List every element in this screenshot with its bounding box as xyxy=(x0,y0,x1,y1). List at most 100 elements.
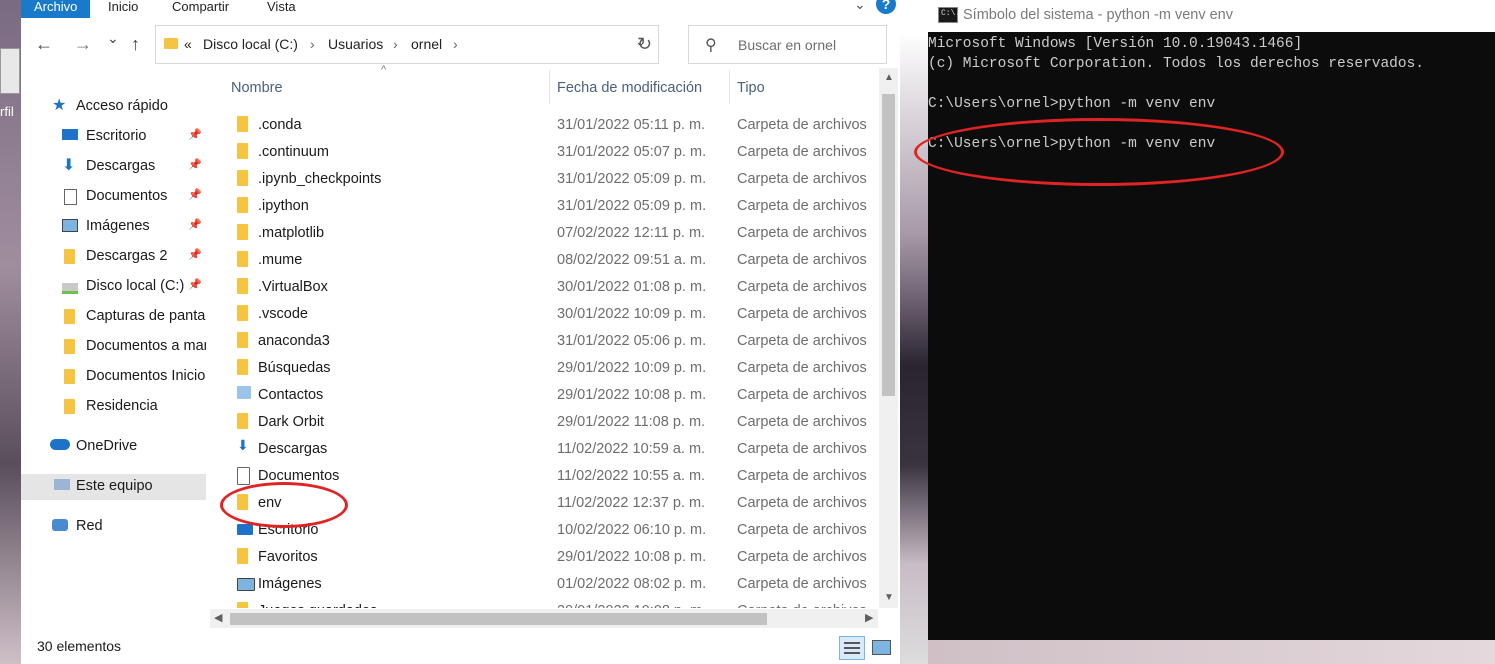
address-overflow[interactable]: « xyxy=(184,36,192,52)
horizontal-scrollbar[interactable]: ◀ ▶ xyxy=(210,609,878,628)
file-row[interactable]: .ipython 31/01/2022 05:09 p. m. Carpeta de… xyxy=(231,193,881,220)
scroll-left-icon[interactable]: ◀ xyxy=(214,611,222,624)
file-row[interactable]: ⬇ Descargas 11/02/2022 10:59 a. m. Carpeta … xyxy=(231,436,881,463)
sidebar-item-onedrive[interactable]: OneDrive xyxy=(21,434,206,460)
pin-icon[interactable]: 📌 xyxy=(188,158,202,171)
folder-icon xyxy=(237,305,248,321)
vertical-scrollbar[interactable]: ▲ ▼ xyxy=(879,68,898,608)
breadcrumb-ornel[interactable]: ornel xyxy=(411,36,442,52)
search-box[interactable]: ⚲ Buscar en ornel xyxy=(688,25,887,64)
pin-icon[interactable]: 📌 xyxy=(188,128,202,141)
folder-icon xyxy=(164,38,178,49)
pin-icon[interactable]: 📌 xyxy=(188,248,202,261)
address-bar[interactable]: « Disco local (C:) › Usuarios › ornel › … xyxy=(155,25,659,64)
sidebar-item-documentos-a-mano[interactable]: Documentos a mano xyxy=(21,334,206,360)
search-input[interactable]: Buscar en ornel xyxy=(738,37,836,53)
file-row[interactable]: Búsquedas 29/01/2022 10:09 p. m. Carpeta d… xyxy=(231,355,881,382)
pin-icon[interactable]: 📌 xyxy=(188,188,202,201)
sidebar-item-label: Escritorio xyxy=(86,128,147,144)
scrollbar-thumb[interactable] xyxy=(230,613,767,625)
sidebar-item-este-equipo[interactable]: Este equipo xyxy=(21,474,206,500)
sidebar-item-documentos[interactable]: Documentos 📌 xyxy=(21,184,206,210)
star-icon: ★ xyxy=(52,97,67,114)
command-prompt-window[interactable]: C:\. Símbolo del sistema - python -m ven… xyxy=(914,0,1495,640)
file-row[interactable]: .matplotlib 07/02/2022 12:11 p. m. Carpeta… xyxy=(231,220,881,247)
file-row[interactable]: .vscode 30/01/2022 10:09 p. m. Carpeta de … xyxy=(231,301,881,328)
file-type: Carpeta de archivos xyxy=(737,576,867,592)
sidebar-item-descargas-2[interactable]: Descargas 2 📌 xyxy=(21,244,206,270)
file-type: Carpeta de archivos xyxy=(737,171,867,187)
scrollbar-thumb[interactable] xyxy=(882,94,895,396)
file-row[interactable]: Contactos 29/01/2022 10:08 p. m. Carpeta d… xyxy=(231,382,881,409)
network-icon xyxy=(52,519,68,531)
file-row[interactable]: .mume 08/02/2022 09:51 a. m. Carpeta de ar… xyxy=(231,247,881,274)
tab-archivo[interactable]: Archivo xyxy=(21,0,91,18)
cmd-title-bar[interactable]: C:\. Símbolo del sistema - python -m ven… xyxy=(928,0,1495,32)
up-arrow-icon[interactable]: ↑ xyxy=(131,34,140,55)
contacts-folder-icon xyxy=(237,386,251,399)
file-row[interactable]: .continuum 31/01/2022 05:07 p. m. Carpeta … xyxy=(231,139,881,166)
sidebar-item-red[interactable]: Red xyxy=(21,514,206,540)
sidebar-item-imagenes[interactable]: Imágenes 📌 xyxy=(21,214,206,240)
sidebar-item-label: OneDrive xyxy=(76,438,138,454)
column-divider[interactable] xyxy=(729,70,730,104)
tab-vista[interactable]: Vista xyxy=(267,0,296,18)
sidebar-item-residencia[interactable]: Residencia xyxy=(21,394,206,420)
download-folder-icon: ⬇ xyxy=(237,437,249,453)
file-row[interactable]: Documentos 11/02/2022 10:55 a. m. Carpeta … xyxy=(231,463,881,490)
console-line: (c) Microsoft Corporation. Todos los der… xyxy=(928,56,1424,72)
file-row[interactable]: Juegos guardados 29/01/2022 10:08 p. m. Ca… xyxy=(231,598,881,608)
file-row[interactable]: .VirtualBox 30/01/2022 01:08 p. m. Carpeta… xyxy=(231,274,881,301)
file-row[interactable]: Favoritos 29/01/2022 10:08 p. m. Carpeta d… xyxy=(231,544,881,571)
tab-compartir[interactable]: Compartir xyxy=(172,0,229,18)
file-explorer-window: Archivo Inicio Compartir Vista ⌄ ? ← → ⌄… xyxy=(21,0,900,664)
file-row[interactable]: Dark Orbit 29/01/2022 11:08 p. m. Carpeta … xyxy=(231,409,881,436)
sidebar-item-label: Imágenes xyxy=(86,218,150,234)
sidebar-item-label: Residencia xyxy=(86,398,158,414)
ribbon-expand-icon[interactable]: ⌄ xyxy=(854,0,866,13)
folder-icon xyxy=(237,251,248,267)
file-row[interactable]: .conda 31/01/2022 05:11 p. m. Carpeta de a… xyxy=(231,112,881,139)
folder-icon xyxy=(237,602,248,608)
sidebar-item-capturas[interactable]: Capturas de pantalla xyxy=(21,304,206,330)
breadcrumb-disco-local[interactable]: Disco local (C:) xyxy=(203,36,298,52)
large-icons-view-icon[interactable] xyxy=(869,636,893,658)
breadcrumb-usuarios[interactable]: Usuarios xyxy=(328,36,383,52)
scroll-right-icon[interactable]: ▶ xyxy=(865,611,873,624)
favorites-folder-icon xyxy=(237,548,248,564)
details-view-icon[interactable] xyxy=(839,636,865,660)
column-header-name[interactable]: Nombre xyxy=(231,80,283,96)
breadcrumb-separator-icon[interactable]: › xyxy=(453,36,458,52)
sidebar-item-label: Documentos a mano xyxy=(86,338,206,354)
recent-locations-chevron-icon[interactable]: ⌄ xyxy=(107,30,119,47)
back-arrow-icon[interactable]: ← xyxy=(35,34,53,55)
sidebar-item-disco-local[interactable]: Disco local (C:) 📌 xyxy=(21,274,206,300)
refresh-icon[interactable]: ↻ xyxy=(637,34,652,55)
sidebar-item-descargas[interactable]: ⬇ Descargas 📌 xyxy=(21,154,206,180)
file-row[interactable]: anaconda3 31/01/2022 05:06 p. m. Carpeta d… xyxy=(231,328,881,355)
file-name: Búsquedas xyxy=(258,360,331,376)
column-header-date[interactable]: Fecha de modificación xyxy=(557,80,702,96)
breadcrumb-separator-icon[interactable]: › xyxy=(310,36,315,52)
sidebar-item-escritorio[interactable]: Escritorio 📌 xyxy=(21,124,206,150)
sidebar-item-documentos-inicio[interactable]: Documentos Inicio xyxy=(21,364,206,390)
pin-icon[interactable]: 📌 xyxy=(188,278,202,291)
ribbon-tabs: Archivo Inicio Compartir Vista ⌄ ? xyxy=(21,0,900,18)
scroll-down-icon[interactable]: ▼ xyxy=(884,592,894,603)
column-header-type[interactable]: Tipo xyxy=(737,80,765,96)
forward-arrow-icon[interactable]: → xyxy=(74,34,92,55)
folder-icon xyxy=(64,249,75,264)
sidebar-item-acceso-rapido[interactable]: ★ Acceso rápido xyxy=(21,94,206,120)
file-row[interactable]: Imágenes 01/02/2022 08:02 p. m. Carpeta de… xyxy=(231,571,881,598)
help-button[interactable]: ? xyxy=(876,0,896,14)
tab-inicio[interactable]: Inicio xyxy=(108,0,138,18)
pin-icon[interactable]: 📌 xyxy=(188,218,202,231)
navigation-bar: ← → ⌄ ↑ « Disco local (C:) › Usuarios › … xyxy=(21,24,900,64)
file-name: Imágenes xyxy=(258,576,322,592)
breadcrumb-separator-icon[interactable]: › xyxy=(393,36,398,52)
file-type: Carpeta de archivos xyxy=(737,117,867,133)
column-divider[interactable] xyxy=(549,70,550,104)
scroll-up-icon[interactable]: ▲ xyxy=(884,72,894,83)
sort-ascending-icon: ^ xyxy=(381,64,387,76)
file-row[interactable]: .ipynb_checkpoints 31/01/2022 05:09 p. m.… xyxy=(231,166,881,193)
